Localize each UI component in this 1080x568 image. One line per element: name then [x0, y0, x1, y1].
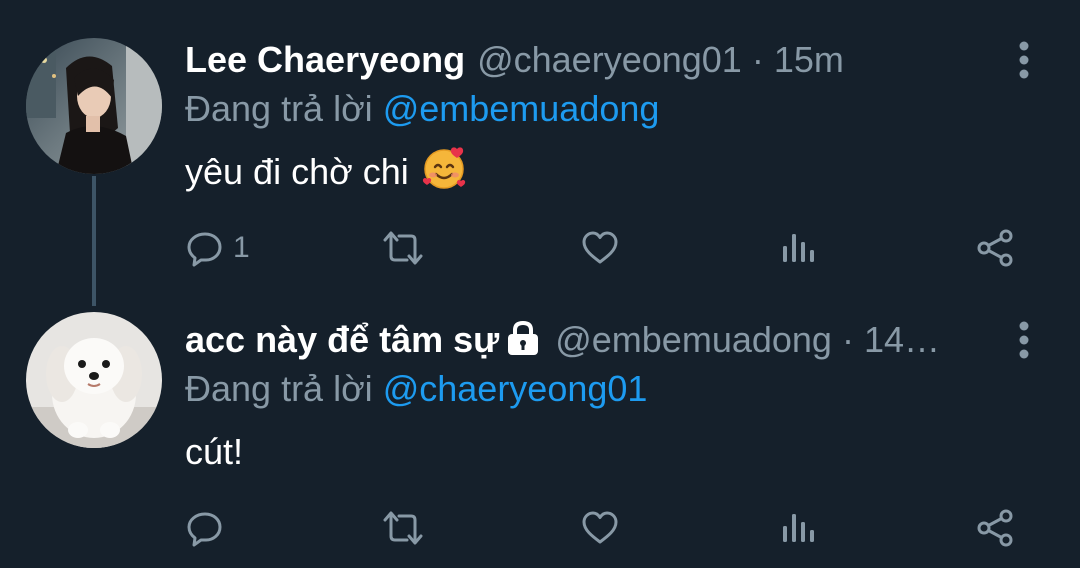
- separator: ·: [751, 39, 764, 80]
- user-handle[interactable]: @chaeryeong01: [477, 39, 742, 81]
- tweet-header: Lee Chaeryeong @chaeryeong01 · 15m: [185, 38, 844, 82]
- like-button[interactable]: [580, 224, 620, 272]
- reply-icon: [185, 228, 225, 268]
- analytics-icon: [780, 508, 816, 548]
- share-icon: [975, 228, 1015, 268]
- replying-to: Đang trả lời @embemuadong: [185, 88, 659, 130]
- avatar[interactable]: [26, 312, 162, 448]
- smiling-face-with-hearts-icon: [421, 145, 467, 200]
- tweet-text-content: cút!: [185, 431, 244, 472]
- analytics-button[interactable]: [780, 224, 816, 272]
- tweet-text: yêu đi chờ chi: [185, 146, 467, 194]
- replying-to: Đang trả lời @chaeryeong01: [185, 368, 647, 410]
- reply-button[interactable]: 1: [185, 224, 250, 272]
- retweet-icon: [381, 508, 425, 548]
- user-handle[interactable]: @embemuadong: [555, 319, 832, 361]
- reply-button[interactable]: [185, 504, 225, 552]
- like-icon: [580, 228, 620, 268]
- tweet-actions: [185, 504, 1025, 552]
- share-button[interactable]: [975, 504, 1015, 552]
- tweet-text: cút!: [185, 430, 243, 474]
- lock-icon: [503, 320, 543, 365]
- replying-prefix: Đang trả lời: [185, 88, 373, 129]
- reply-icon: [185, 508, 225, 548]
- replying-prefix: Đang trả lời: [185, 368, 373, 409]
- analytics-icon: [780, 228, 816, 268]
- tweet-header: acc này để tâm sự @embemuadong · 14…: [185, 318, 940, 362]
- display-name[interactable]: Lee Chaeryeong: [185, 39, 465, 81]
- timestamp[interactable]: 14…: [864, 319, 940, 361]
- share-button[interactable]: [975, 224, 1015, 272]
- reply-count: 1: [233, 231, 250, 264]
- retweet-icon: [381, 228, 425, 268]
- retweet-button[interactable]: [381, 224, 425, 272]
- display-name[interactable]: acc này để tâm sự: [185, 319, 499, 361]
- more-icon[interactable]: [1016, 320, 1032, 360]
- mention-link[interactable]: @chaeryeong01: [383, 368, 648, 409]
- avatar[interactable]: [26, 38, 162, 174]
- share-icon: [975, 508, 1015, 548]
- timestamp[interactable]: 15m: [774, 39, 844, 81]
- mention-link[interactable]: @embemuadong: [383, 88, 660, 129]
- separator: ·: [841, 319, 854, 360]
- retweet-button[interactable]: [381, 504, 425, 552]
- more-icon[interactable]: [1016, 40, 1032, 80]
- tweet-2[interactable]: acc này để tâm sự @embemuadong · 14… Đan…: [0, 312, 1080, 568]
- tweet-actions: 1: [185, 224, 1025, 272]
- like-icon: [580, 508, 620, 548]
- like-button[interactable]: [580, 504, 620, 552]
- tweet-text-content: yêu đi chờ chi: [185, 151, 409, 192]
- tweet-1[interactable]: Lee Chaeryeong @chaeryeong01 · 15m Đang …: [0, 38, 1080, 298]
- analytics-button[interactable]: [780, 504, 816, 552]
